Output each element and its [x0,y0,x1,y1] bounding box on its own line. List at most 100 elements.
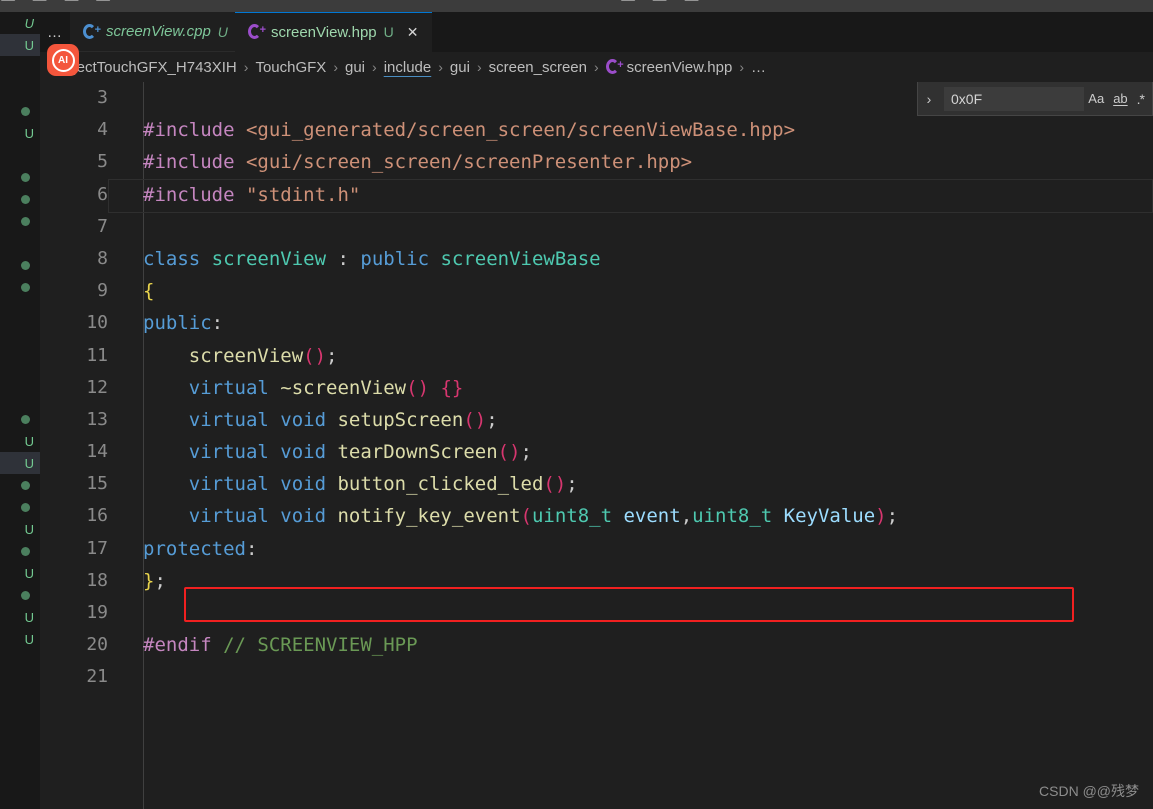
explorer-file-row[interactable] [0,364,40,386]
explorer-file-row[interactable] [0,188,40,210]
explorer-file-row[interactable]: .U [0,12,40,34]
explorer-file-row[interactable]: U [0,562,40,584]
git-status-marker: U [24,433,34,449]
code-line[interactable]: 21 [40,661,1153,693]
explorer-file-row[interactable] [0,78,40,100]
breadcrumb-item[interactable]: … [751,59,766,76]
code-line[interactable]: 17 protected: [40,533,1153,565]
code-editor[interactable]: 3 4 #include <gui_generated/screen_screen/… [40,82,1153,809]
code-line[interactable]: 20 #endif // SCREENVIEW_HPP [40,629,1153,661]
explorer-file-row[interactable] [0,650,40,672]
explorer-file-row[interactable] [0,408,40,430]
git-status-marker: U [24,15,34,31]
explorer-file-row[interactable]: U [0,628,40,650]
breadcrumb-item[interactable]: include [384,59,432,76]
explorer-file-row[interactable]: U [0,430,40,452]
code-token: // SCREENVIEW_HPP [223,634,418,657]
code-token: KeyValue [783,505,876,528]
breadcrumb-item[interactable]: gui [345,59,365,76]
code-line[interactable]: 11 screenView(); [40,340,1153,372]
code-token: , [680,505,693,528]
code-token: void [280,408,338,431]
search-input[interactable]: 0x0F [944,86,1085,111]
code-line[interactable]: 18}; [40,565,1153,597]
explorer-file-row[interactable] [0,584,40,606]
code-line[interactable]: 16 virtual void notify_key_event(uint8_t… [40,500,1153,532]
code-line[interactable]: 10 public: [40,307,1153,339]
explorer-file-row[interactable]: U [0,518,40,540]
chevron-right-icon[interactable]: › [918,82,940,116]
explorer-file-row[interactable] [0,320,40,342]
line-number: 3 [97,87,108,108]
code-text: #include <gui/screen_screen/screenPresen… [108,146,692,178]
code-line[interactable]: 4 #include <gui_generated/screen_screen/s… [40,114,1153,146]
code-token: ; [886,505,899,528]
code-line[interactable]: 15 virtual void button_clicked_led(); [40,468,1153,500]
explorer-file-row[interactable] [0,276,40,298]
explorer-file-row[interactable] [0,496,40,518]
breadcrumb-item[interactable]: TouchGFX [255,59,326,76]
code-line[interactable]: 12 virtual ~screenView() {} [40,372,1153,404]
explorer-file-row[interactable] [0,474,40,496]
explorer-sidebar[interactable]: .U.UUUUUUUU [0,12,40,809]
explorer-file-row[interactable] [0,232,40,254]
code-text: #endif // SCREENVIEW_HPP [108,629,418,661]
cpp-file-icon: + [248,24,266,40]
git-modified-dot-icon [21,260,30,270]
code-text: virtual ~screenView() {} [108,372,464,404]
code-token: : [245,537,258,560]
code-line[interactable]: 19 [40,597,1153,629]
line-number: 16 [86,505,108,527]
explorer-file-row[interactable] [0,298,40,320]
find-widget[interactable]: › 0x0F Aa ab .* [917,82,1153,116]
code-line[interactable]: 9{ [40,275,1153,307]
line-number: 4 [97,119,108,141]
ai-assistant-badge[interactable]: AI [47,44,79,76]
code-token: : [211,312,224,335]
code-line[interactable]: 13 virtual void setupScreen(); [40,404,1153,436]
code-text: protected: [108,533,257,565]
code-token: ) [875,505,887,528]
code-line[interactable]: 14 virtual void tearDownScreen(); [40,436,1153,468]
explorer-file-row[interactable] [0,166,40,188]
explorer-file-row[interactable] [0,386,40,408]
match-case-icon[interactable]: Aa [1088,92,1104,105]
line-number: 9 [97,280,108,302]
code-line[interactable]: 6 #include "stdint.h" [40,178,1153,213]
use-regex-icon[interactable]: .* [1137,92,1145,106]
explorer-file-row[interactable] [0,342,40,364]
explorer-file-row[interactable]: U [0,122,40,144]
explorer-file-row[interactable] [0,100,40,122]
explorer-file-row[interactable] [0,540,40,562]
line-number: 10 [86,312,108,334]
close-icon[interactable]: ✕ [407,24,419,41]
explorer-file-row[interactable] [0,254,40,276]
line-number: 13 [86,408,108,430]
explorer-file-row[interactable] [0,56,40,78]
breadcrumb[interactable]: ojectTouchGFX_H743XIH › TouchGFX › gui › inclu… [40,52,1153,82]
explorer-file-row[interactable] [0,210,40,232]
breadcrumb-item[interactable]: + screenView.hpp [605,58,732,76]
line-number: 14 [86,441,108,463]
breadcrumb-item[interactable]: gui [450,59,470,76]
tab-screenview-cpp[interactable]: + screenView.cpp U [70,12,241,52]
code-text: virtual void tearDownScreen(); [108,436,532,468]
match-whole-word-icon[interactable]: ab [1113,92,1127,105]
top-toolbar-strip: ⬜ ⬜ ⬜ ⬜ ⬜ ⬜ ⬜ [0,0,1153,12]
explorer-file-row[interactable]: .U [0,34,40,56]
tab-screenview-hpp[interactable]: + screenView.hpp U ✕ [235,12,432,52]
breadcrumb-item[interactable]: screen_screen [489,59,587,76]
breadcrumb-item[interactable]: ojectTouchGFX_H743XIH [65,59,237,76]
git-modified-dot-icon [21,172,30,182]
git-status-marker: U [24,455,34,471]
explorer-file-row[interactable] [0,144,40,166]
code-line[interactable]: 7 [40,211,1153,243]
code-line[interactable]: 5 #include <gui/screen_screen/screenPrese… [40,146,1153,178]
find-options: Aa ab .* [1084,92,1152,106]
explorer-file-row[interactable]: U [0,452,40,474]
code-token: virtual [188,376,281,399]
code-line[interactable]: 8 class screenView : public screenViewBas… [40,243,1153,275]
explorer-file-row[interactable]: U [0,606,40,628]
